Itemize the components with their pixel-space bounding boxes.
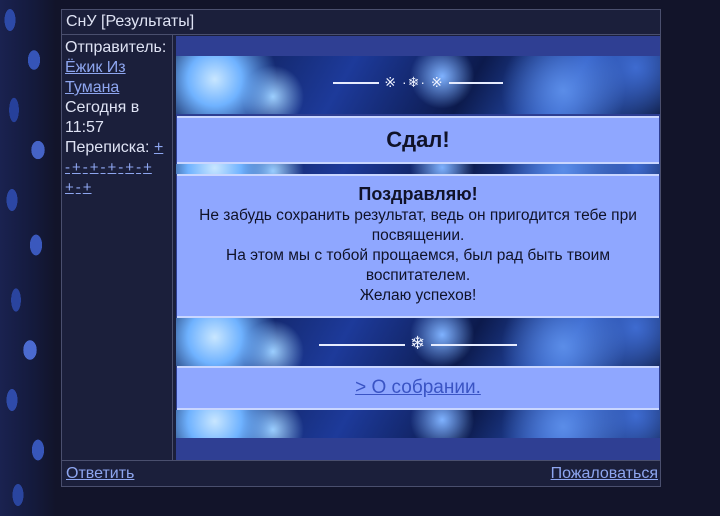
pm-link[interactable]: +: [143, 159, 152, 176]
ornament-line: [448, 82, 503, 85]
pm-links: - + - + - + - + - + + - +: [65, 158, 172, 198]
post-date-line2: 11:57: [65, 119, 104, 136]
topic-title: СнУ [Результаты]: [62, 10, 660, 35]
pm-link[interactable]: +: [108, 159, 117, 176]
headline-panel: Сдал!: [177, 116, 659, 164]
ornament-mid: ❄: [176, 333, 660, 354]
meeting-panel: > О собрании.: [177, 366, 659, 410]
pm-link[interactable]: +: [125, 159, 134, 176]
middle-image: ❄: [176, 318, 660, 366]
snowflake-icon: ❄: [409, 333, 427, 353]
post-footer: Ответить Пожаловаться: [62, 460, 660, 487]
sender-name-line2: Тумана: [65, 79, 120, 96]
reply-link[interactable]: Ответить: [66, 461, 134, 487]
congrats-line2: На этом мы с тобой прощаемся, был рад бы…: [226, 247, 610, 284]
pm-link[interactable]: -: [136, 159, 141, 176]
sender-label: Отправитель:: [65, 39, 167, 56]
correspondence-row: Переписка: +: [65, 138, 172, 158]
pm-link[interactable]: -: [118, 159, 123, 176]
header-image: ※ ·❄· ※: [176, 56, 660, 114]
sender-name-link[interactable]: Ёжик Из Тумана: [65, 58, 172, 98]
decorative-foliage: [0, 0, 56, 516]
pm-link[interactable]: +: [72, 159, 81, 176]
divider-image: [176, 164, 660, 174]
pm-link[interactable]: +: [65, 179, 74, 196]
pm-link[interactable]: -: [101, 159, 106, 176]
congrats-line3: Желаю успехов!: [359, 287, 477, 304]
report-link[interactable]: Пожаловаться: [551, 461, 658, 487]
congrats-title: Поздравляю!: [358, 184, 478, 204]
post-date-line1: Сегодня в: [65, 99, 140, 116]
pm-link[interactable]: +: [83, 179, 92, 196]
pm-link[interactable]: +: [90, 159, 99, 176]
congrats-line1: Не забудь сохранить результат, ведь он п…: [199, 207, 637, 244]
bottom-band: [176, 438, 660, 460]
post-content: ※ ·❄· ※ Сдал! Поздравляю! Не забудь сохр…: [176, 36, 660, 460]
ornament-top: ※ ·❄· ※: [176, 74, 660, 91]
pm-link[interactable]: -: [83, 159, 88, 176]
ornament-line: [430, 344, 517, 347]
pm-link[interactable]: +: [154, 139, 163, 156]
post-headline: Сдал!: [386, 127, 450, 152]
pm-link[interactable]: -: [65, 159, 70, 176]
snowflake-icon: ※ ·❄· ※: [384, 74, 444, 90]
sender-name-line1: Ёжик Из: [65, 59, 126, 76]
meeting-link[interactable]: > О собрании.: [355, 377, 481, 398]
ornament-line: [319, 344, 406, 347]
correspondence-label: Переписка:: [65, 139, 150, 156]
pm-link[interactable]: -: [76, 179, 81, 196]
post-sidebar: Отправитель: Ёжик Из Тумана Сегодня в 11…: [62, 35, 173, 460]
top-band: [176, 36, 660, 56]
bottom-image: [176, 410, 660, 438]
ornament-line: [333, 82, 380, 85]
post-window: СнУ [Результаты] Отправитель: Ёжик Из Ту…: [61, 9, 661, 487]
congrats-panel: Поздравляю! Не забудь сохранить результа…: [177, 174, 659, 318]
